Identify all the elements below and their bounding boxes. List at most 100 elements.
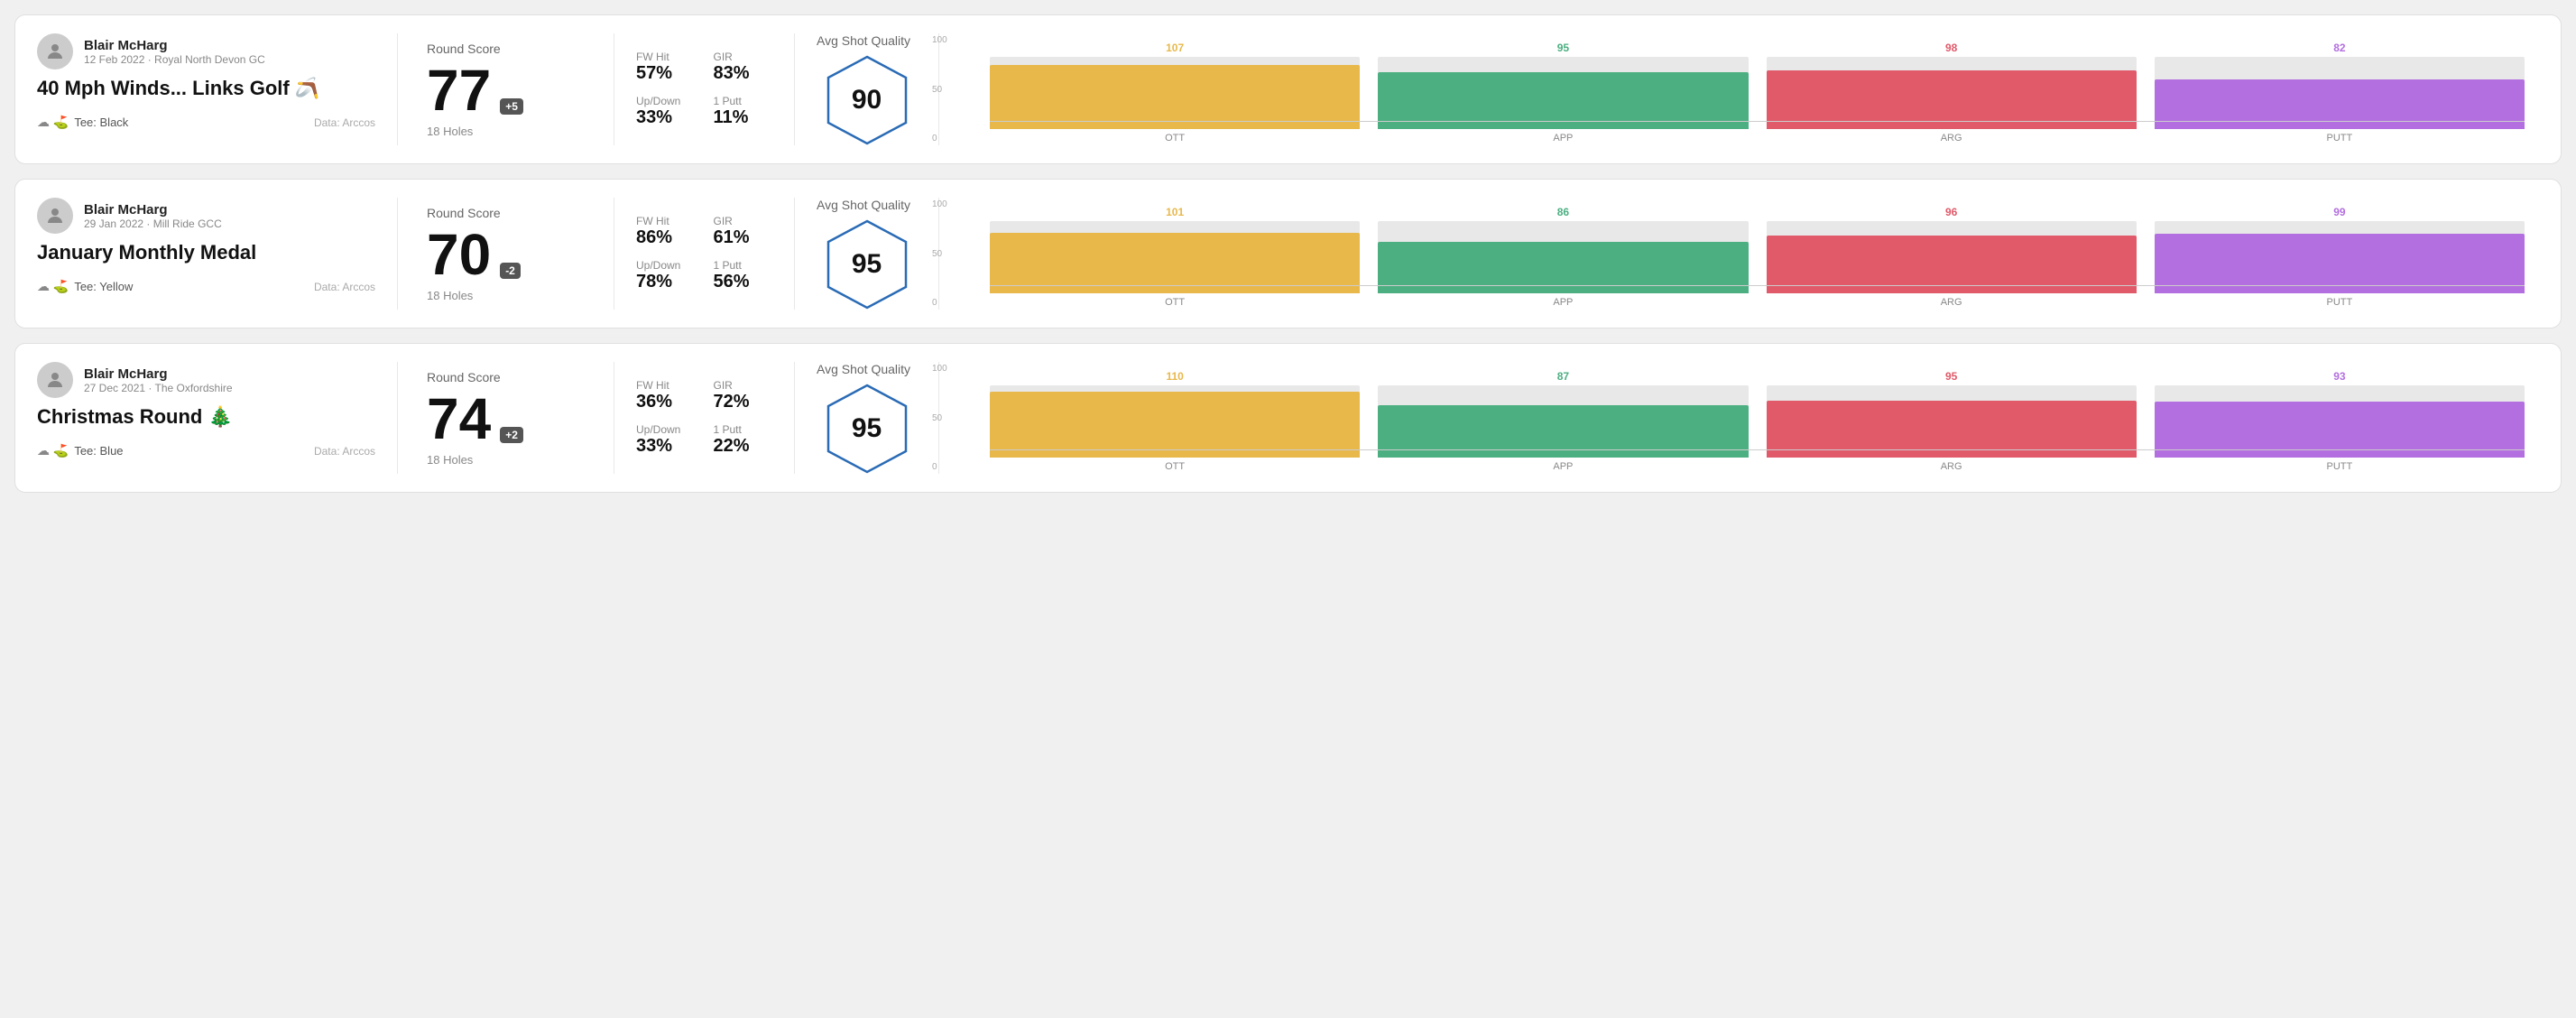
- card-quality-1: Avg Shot Quality 90: [795, 33, 939, 145]
- bar-value: 82: [2333, 42, 2345, 54]
- oneputt-value: 22%: [714, 436, 773, 457]
- score-value: 77: [427, 61, 491, 119]
- bar-value: 93: [2333, 370, 2345, 383]
- tee-info: ☁ ⛳ Tee: Yellow: [37, 279, 133, 294]
- round-score-label: Round Score: [427, 370, 585, 384]
- round-title: Christmas Round 🎄: [37, 405, 375, 429]
- gir-value: 61%: [714, 227, 773, 248]
- fw-hit-label: FW Hit: [636, 51, 696, 63]
- user-info: Blair McHarg 29 Jan 2022 · Mill Ride GCC: [84, 202, 222, 230]
- user-name: Blair McHarg: [84, 202, 222, 217]
- bar-group-putt: 93 PUTT: [2155, 370, 2525, 472]
- gir-value: 83%: [714, 63, 773, 84]
- oneputt-label: 1 Putt: [714, 423, 773, 436]
- hexagon: 90: [826, 55, 908, 145]
- avatar: [37, 33, 73, 69]
- card-middle-3: Round Score 74 +2 18 Holes: [398, 362, 614, 474]
- card-left-3: Blair McHarg 27 Dec 2021 · The Oxfordshi…: [37, 362, 398, 474]
- score-row: 70 -2: [427, 226, 585, 283]
- bar-value: 98: [1945, 42, 1957, 54]
- tee-label: Tee: Yellow: [74, 280, 133, 293]
- fw-hit-label: FW Hit: [636, 379, 696, 392]
- hexagon: 95: [826, 219, 908, 310]
- updown-label: Up/Down: [636, 423, 696, 436]
- quality-score: 95: [852, 249, 882, 280]
- card-stats-2: FW Hit 86% GIR 61% Up/Down 78% 1 Putt 56…: [614, 198, 795, 310]
- bar-group-app: 87 APP: [1378, 370, 1748, 472]
- bar-label: ARG: [1941, 133, 1962, 143]
- quality-label: Avg Shot Quality: [817, 33, 910, 48]
- user-name: Blair McHarg: [84, 38, 265, 53]
- stat-updown: Up/Down 78%: [636, 259, 696, 292]
- avatar: [37, 362, 73, 398]
- bar-label: APP: [1553, 297, 1573, 308]
- gir-label: GIR: [714, 215, 773, 227]
- updown-value: 33%: [636, 436, 696, 457]
- card-quality-3: Avg Shot Quality 95: [795, 362, 939, 474]
- bar-group-ott: 107 OTT: [990, 42, 1360, 143]
- weather-icon: ☁ ⛳: [37, 279, 69, 294]
- stat-updown: Up/Down 33%: [636, 423, 696, 457]
- stats-grid: FW Hit 57% GIR 83% Up/Down 33% 1 Putt 11…: [636, 51, 772, 128]
- quality-score: 95: [852, 413, 882, 444]
- holes-label: 18 Holes: [427, 125, 585, 138]
- score-diff: +5: [500, 98, 523, 115]
- stat-fw-hit: FW Hit 36%: [636, 379, 696, 412]
- round-score-label: Round Score: [427, 206, 585, 220]
- card-stats-3: FW Hit 36% GIR 72% Up/Down 33% 1 Putt 22…: [614, 362, 795, 474]
- bar-value: 101: [1166, 206, 1184, 218]
- bar-label: OTT: [1165, 461, 1185, 472]
- updown-value: 33%: [636, 107, 696, 128]
- user-name: Blair McHarg: [84, 366, 233, 382]
- bar-group-putt: 82 PUTT: [2155, 42, 2525, 143]
- bar-fill: [990, 392, 1360, 458]
- score-diff: +2: [500, 427, 523, 443]
- bar-value: 96: [1945, 206, 1957, 218]
- stats-grid: FW Hit 86% GIR 61% Up/Down 78% 1 Putt 56…: [636, 215, 772, 292]
- user-meta: 29 Jan 2022 · Mill Ride GCC: [84, 217, 222, 230]
- card-left-1: Blair McHarg 12 Feb 2022 · Royal North D…: [37, 33, 398, 145]
- gir-label: GIR: [714, 379, 773, 392]
- round-card-1: Blair McHarg 12 Feb 2022 · Royal North D…: [14, 14, 2562, 164]
- bar-group-putt: 99 PUTT: [2155, 206, 2525, 308]
- stat-fw-hit: FW Hit 86%: [636, 215, 696, 248]
- bar-label: PUTT: [2327, 297, 2353, 308]
- weather-icon: ☁ ⛳: [37, 443, 69, 458]
- card-chart-3: 100 50 0 110 OTT 87 APP: [939, 362, 2539, 474]
- user-info: Blair McHarg 12 Feb 2022 · Royal North D…: [84, 38, 265, 66]
- avatar: [37, 198, 73, 234]
- bar-group-arg: 95 ARG: [1767, 370, 2137, 472]
- oneputt-label: 1 Putt: [714, 95, 773, 107]
- bar-label: PUTT: [2327, 133, 2353, 143]
- stat-oneputt: 1 Putt 22%: [714, 423, 773, 457]
- bar-value: 99: [2333, 206, 2345, 218]
- stat-gir: GIR 83%: [714, 51, 773, 84]
- quality-label: Avg Shot Quality: [817, 198, 910, 212]
- card-chart-1: 100 50 0 107 OTT 95 APP: [939, 33, 2539, 145]
- oneputt-label: 1 Putt: [714, 259, 773, 272]
- bar-label: OTT: [1165, 297, 1185, 308]
- bar-group-arg: 96 ARG: [1767, 206, 2137, 308]
- gir-label: GIR: [714, 51, 773, 63]
- card-middle-1: Round Score 77 +5 18 Holes: [398, 33, 614, 145]
- card-stats-1: FW Hit 57% GIR 83% Up/Down 33% 1 Putt 11…: [614, 33, 795, 145]
- holes-label: 18 Holes: [427, 453, 585, 467]
- card-footer: ☁ ⛳ Tee: Black Data: Arccos: [37, 115, 375, 130]
- tee-info: ☁ ⛳ Tee: Black: [37, 115, 128, 130]
- bar-label: ARG: [1941, 461, 1962, 472]
- round-card-2: Blair McHarg 29 Jan 2022 · Mill Ride GCC…: [14, 179, 2562, 329]
- stat-oneputt: 1 Putt 56%: [714, 259, 773, 292]
- stat-gir: GIR 61%: [714, 215, 773, 248]
- bar-label: APP: [1553, 133, 1573, 143]
- bar-group-ott: 101 OTT: [990, 206, 1360, 308]
- fw-hit-label: FW Hit: [636, 215, 696, 227]
- data-source: Data: Arccos: [314, 116, 375, 129]
- quality-score: 90: [852, 85, 882, 116]
- bar-value: 95: [1945, 370, 1957, 383]
- tee-label: Tee: Black: [74, 116, 128, 129]
- round-title: 40 Mph Winds... Links Golf 🪃: [37, 77, 375, 100]
- user-meta: 27 Dec 2021 · The Oxfordshire: [84, 382, 233, 394]
- user-info: Blair McHarg 27 Dec 2021 · The Oxfordshi…: [84, 366, 233, 394]
- bar-value: 86: [1557, 206, 1569, 218]
- score-value: 70: [427, 226, 491, 283]
